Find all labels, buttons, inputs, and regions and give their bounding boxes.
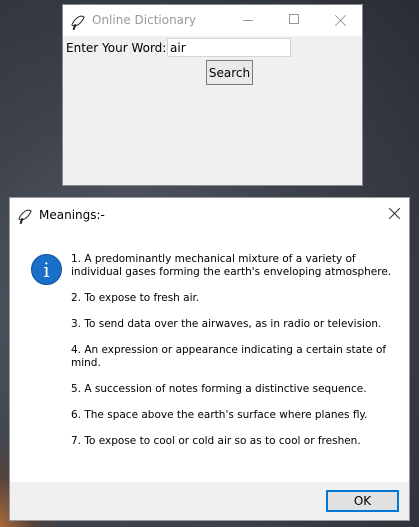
dialog-title: Meanings:- <box>39 208 105 222</box>
feather-icon <box>18 206 32 224</box>
search-button[interactable]: Search <box>206 60 253 85</box>
maximize-button[interactable] <box>271 5 317 36</box>
word-prompt-label: Enter Your Word:- <box>66 41 171 55</box>
meanings-list: 1. A predominantly mechanical mixture of… <box>71 253 401 461</box>
dictionary-window: Online Dictionary Enter Your Word:- Sear… <box>62 4 363 186</box>
word-input[interactable] <box>167 38 291 57</box>
meaning-item: 7. To expose to cool or cold air so as t… <box>71 435 361 447</box>
dialog-footer: OK <box>10 482 409 520</box>
meaning-item: 5. A succession of notes forming a disti… <box>71 383 367 395</box>
dialog-close-button[interactable] <box>379 198 409 228</box>
feather-icon <box>71 12 85 30</box>
minimize-button[interactable] <box>225 5 271 36</box>
meaning-item: 4. An expression or appearance indicatin… <box>71 344 387 369</box>
close-button[interactable] <box>317 5 363 36</box>
meaning-item: 3. To send data over the airwaves, as in… <box>71 318 382 330</box>
meaning-item: 2. To expose to fresh air. <box>71 292 200 304</box>
meaning-item: 6. The space above the earth's surface w… <box>71 409 368 421</box>
meaning-item: 1. A predominantly mechanical mixture of… <box>71 253 392 278</box>
ok-button[interactable]: OK <box>326 490 399 512</box>
meanings-dialog: Meanings:- i 1. A predominantly mechanic… <box>9 197 410 521</box>
title-bar[interactable]: Online Dictionary <box>63 5 362 36</box>
info-icon: i <box>31 254 62 285</box>
window-title: Online Dictionary <box>92 13 197 27</box>
